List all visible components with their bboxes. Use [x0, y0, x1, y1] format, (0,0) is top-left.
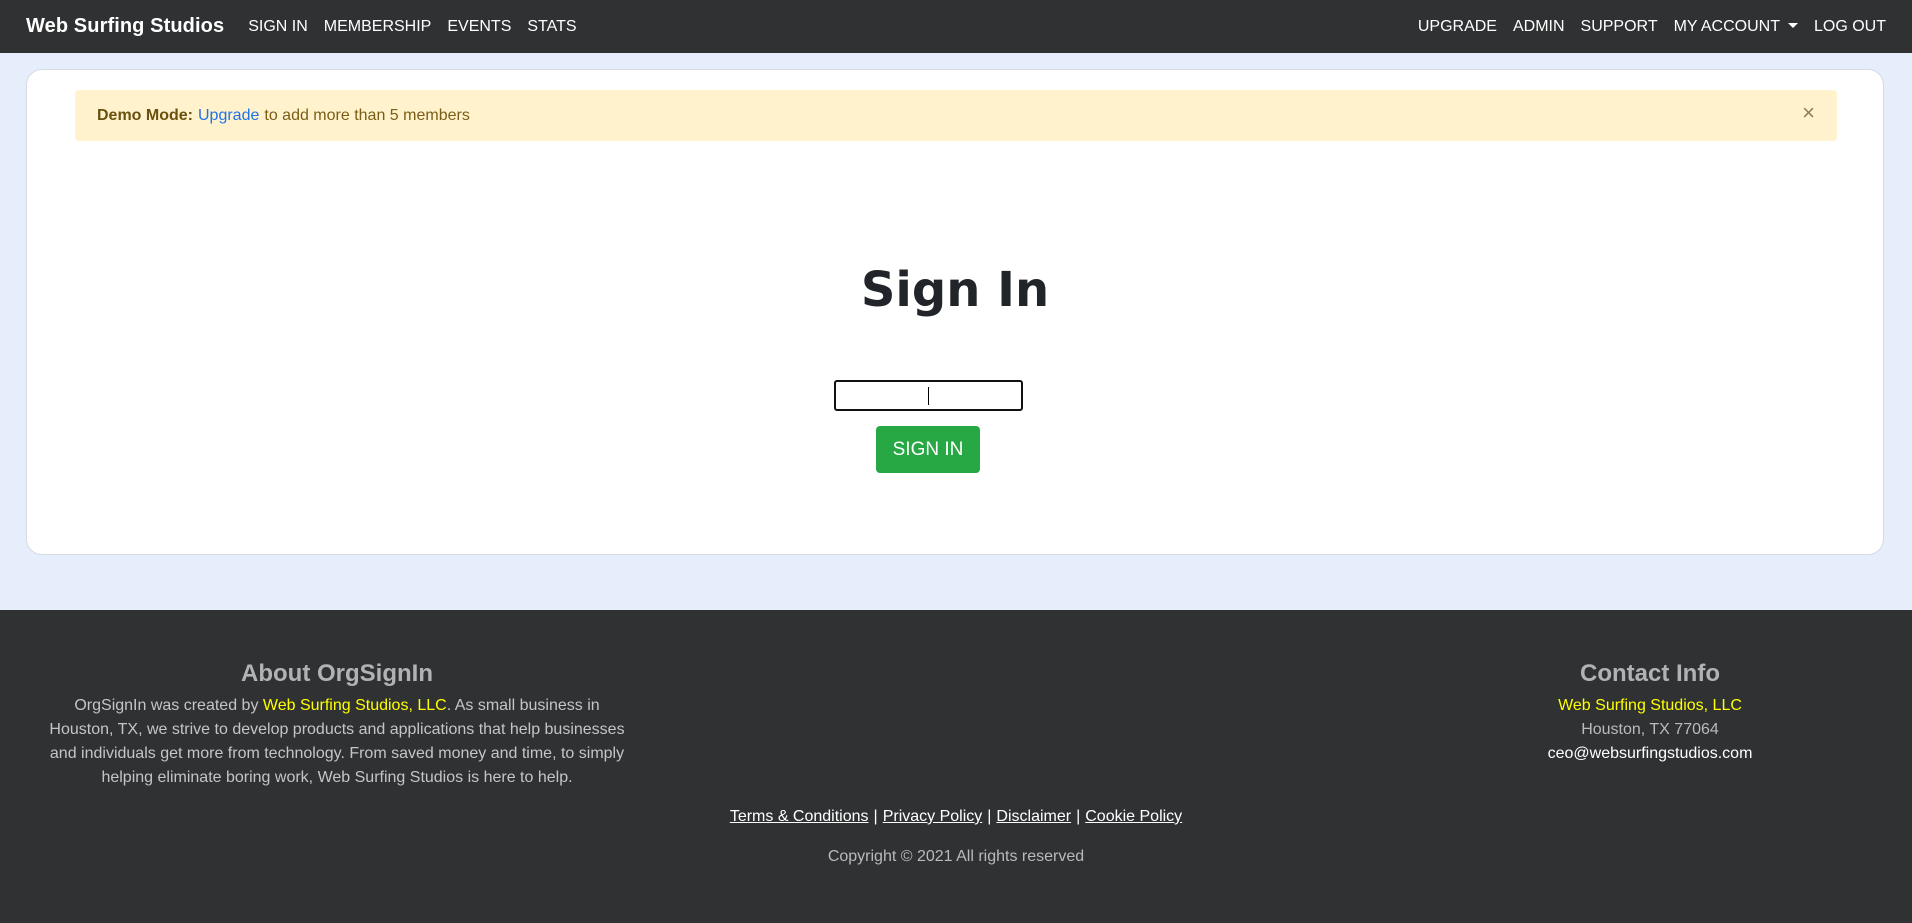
- caret-down-icon: [1787, 22, 1798, 28]
- copyright: Copyright © 2021 All rights reserved: [827, 848, 1085, 865]
- about-text: OrgSignIn was created by Web Surfing Stu…: [46, 694, 628, 790]
- nav-sign-in[interactable]: SIGN IN: [248, 18, 308, 36]
- about-company-link[interactable]: Web Surfing Studios, LLC: [263, 697, 447, 714]
- alert-text: to add more than 5 members: [264, 106, 470, 124]
- privacy-link[interactable]: Privacy Policy: [883, 808, 983, 825]
- nav-support[interactable]: SUPPORT: [1581, 18, 1658, 36]
- nav-upgrade[interactable]: UPGRADE: [1418, 18, 1497, 36]
- terms-link[interactable]: Terms & Conditions: [730, 808, 869, 825]
- nav-left: Web Surfing Studios SIGN IN MEMBERSHIP E…: [26, 15, 593, 38]
- cookie-link[interactable]: Cookie Policy: [1085, 808, 1182, 825]
- nav-admin[interactable]: ADMIN: [1513, 18, 1565, 36]
- contact-email[interactable]: ceo@websurfingstudios.com: [1520, 742, 1780, 766]
- nav-stats[interactable]: STATS: [527, 18, 576, 36]
- demo-mode-alert: Demo Mode: Upgrade to add more than 5 me…: [75, 90, 1837, 141]
- main-area: Demo Mode: Upgrade to add more than 5 me…: [0, 53, 1912, 610]
- nav-events[interactable]: EVENTS: [447, 18, 511, 36]
- link-separator: |: [873, 808, 878, 825]
- contact-company-link[interactable]: Web Surfing Studios, LLC: [1558, 697, 1742, 714]
- page-title: Sign In: [860, 262, 1050, 318]
- about-heading: About OrgSignIn: [241, 660, 433, 687]
- legal-links: Terms & Conditions | Privacy Policy | Discla…: [0, 808, 1912, 826]
- text-cursor: [928, 387, 929, 405]
- signin-card: Demo Mode: Upgrade to add more than 5 me…: [26, 69, 1884, 555]
- alert-upgrade-link[interactable]: Upgrade: [198, 107, 259, 125]
- my-account-label: MY ACCOUNT: [1673, 17, 1780, 35]
- disclaimer-link[interactable]: Disclaimer: [996, 808, 1071, 825]
- brand-logo[interactable]: Web Surfing Studios: [26, 15, 224, 38]
- about-prefix: OrgSignIn was created by: [74, 697, 259, 714]
- nav-my-account-dropdown[interactable]: MY ACCOUNT: [1674, 18, 1798, 36]
- contact-heading: Contact Info: [1580, 660, 1720, 687]
- close-icon[interactable]: ×: [1802, 102, 1815, 124]
- link-separator: |: [987, 808, 992, 825]
- alert-label: Demo Mode:: [97, 106, 193, 124]
- link-separator: |: [1076, 808, 1081, 825]
- about-section: About OrgSignIn OrgSignIn was created by…: [46, 660, 628, 790]
- nav-right: UPGRADE ADMIN SUPPORT MY ACCOUNT LOG OUT: [1402, 18, 1886, 36]
- top-navbar: Web Surfing Studios SIGN IN MEMBERSHIP E…: [0, 0, 1912, 53]
- nav-log-out[interactable]: LOG OUT: [1814, 18, 1886, 36]
- contact-city: Houston, TX 77064: [1581, 721, 1719, 738]
- contact-section: Contact Info Web Surfing Studios, LLC Ho…: [1520, 660, 1780, 766]
- footer: About OrgSignIn OrgSignIn was created by…: [0, 610, 1912, 923]
- signin-button[interactable]: SIGN IN: [876, 426, 980, 473]
- nav-membership[interactable]: MEMBERSHIP: [324, 18, 432, 36]
